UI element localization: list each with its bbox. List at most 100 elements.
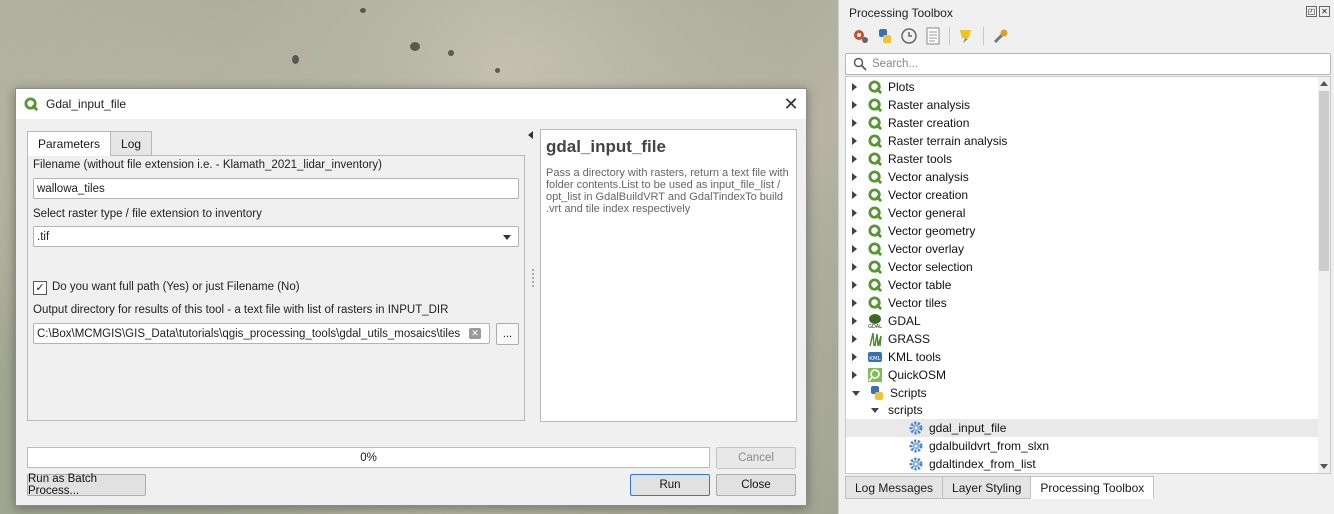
tree-provider-kml-tools[interactable]: KML KML tools [846, 348, 1320, 366]
tree-group-scripts[interactable]: scripts [846, 401, 1320, 419]
tab-layer-styling[interactable]: Layer Styling [942, 476, 1032, 499]
checkmark-icon: ✓ [35, 281, 45, 294]
tree-provider-scripts[interactable]: Scripts [846, 384, 1320, 402]
tree-scrollbar[interactable] [1318, 77, 1330, 473]
tree-provider-plots[interactable]: Plots [846, 78, 1320, 96]
chevron-right-icon[interactable] [852, 371, 857, 379]
tab-parameters[interactable]: Parameters [27, 131, 112, 156]
raster-type-select[interactable]: .tif [33, 226, 519, 247]
tree-item-label: KML tools [888, 350, 941, 364]
tree-item-label: Vector tiles [888, 296, 947, 310]
results-viewer-icon[interactable] [923, 26, 942, 45]
search-input[interactable]: Search... [845, 53, 1331, 75]
gear-icon [908, 420, 924, 436]
run-button[interactable]: Run [630, 474, 710, 496]
svg-text:GDAL: GDAL [868, 324, 882, 329]
scroll-down-icon[interactable] [1320, 464, 1328, 469]
splitter-handle[interactable] [532, 269, 534, 287]
close-icon[interactable]: ✕ [776, 89, 806, 119]
browse-button[interactable]: ... [496, 323, 519, 345]
chevron-right-icon[interactable] [852, 353, 857, 361]
options-wrench-icon[interactable] [991, 26, 1010, 45]
tab-processing-toolbox[interactable]: Processing Toolbox [1030, 476, 1155, 499]
raster-type-value: .tif [37, 230, 50, 243]
tree-item-label: gdal_input_file [929, 421, 1007, 435]
chevron-right-icon[interactable] [852, 191, 857, 199]
qgis-icon [867, 97, 883, 113]
tree-provider-vector-creation[interactable]: Vector creation [846, 186, 1320, 204]
chevron-down-icon [503, 235, 511, 240]
tree-script-gdaltindex-from-list[interactable]: gdaltindex_from_list [846, 455, 1320, 473]
tree-item-label: QuickOSM [888, 368, 947, 382]
help-panel: gdal_input_file Pass a directory with ra… [540, 129, 797, 422]
tree-provider-raster-terrain-analysis[interactable]: Raster terrain analysis [846, 132, 1320, 150]
chevron-right-icon[interactable] [852, 173, 857, 181]
chevron-right-icon[interactable] [852, 263, 857, 271]
tree-item-label: Raster tools [888, 152, 953, 166]
filename-field[interactable]: wallowa_tiles [33, 178, 519, 199]
close-button[interactable]: Close [716, 474, 796, 496]
tree-provider-vector-analysis[interactable]: Vector analysis [846, 168, 1320, 186]
map-feature [448, 50, 454, 56]
tree-provider-raster-creation[interactable]: Raster creation [846, 114, 1320, 132]
full-path-checkbox[interactable]: ✓ [33, 281, 47, 295]
batch-process-button[interactable]: Run as Batch Process... [27, 473, 146, 497]
full-path-label: Do you want full path (Yes) or just File… [52, 281, 300, 293]
chevron-right-icon[interactable] [852, 227, 857, 235]
chevron-right-icon[interactable] [852, 119, 857, 127]
raster-type-label: Select raster type / file extension to i… [33, 208, 262, 220]
edit-features-icon[interactable] [957, 26, 976, 45]
chevron-right-icon[interactable] [852, 137, 857, 145]
tree-provider-raster-analysis[interactable]: Raster analysis [846, 96, 1320, 114]
models-icon[interactable] [851, 26, 870, 45]
bottom-dock-tabs: Log Messages Layer Styling Processing To… [845, 476, 1155, 499]
tree-provider-raster-tools[interactable]: Raster tools [846, 150, 1320, 168]
progress-label: 0% [360, 451, 377, 464]
map-feature [410, 42, 420, 51]
chevron-right-icon[interactable] [852, 245, 857, 253]
tree-provider-vector-geometry[interactable]: Vector geometry [846, 222, 1320, 240]
tree-provider-vector-overlay[interactable]: Vector overlay [846, 240, 1320, 258]
tree-item-label: GRASS [888, 332, 931, 346]
cancel-button[interactable]: Cancel [716, 447, 796, 469]
tree-provider-vector-table[interactable]: Vector table [846, 276, 1320, 294]
chevron-right-icon[interactable] [852, 317, 857, 325]
tree-provider-vector-tiles[interactable]: Vector tiles [846, 294, 1320, 312]
float-panel-icon[interactable]: ◰ [1306, 6, 1317, 17]
chevron-right-icon[interactable] [852, 209, 857, 217]
dialog-title: Gdal_input_file [46, 97, 127, 111]
tree-script-gdalbuildvrt-from-slxn[interactable]: gdalbuildvrt_from_slxn [846, 437, 1320, 455]
tree-provider-grass[interactable]: GRASS [846, 330, 1320, 348]
tab-log[interactable]: Log [110, 131, 153, 155]
chevron-right-icon[interactable] [852, 299, 857, 307]
close-panel-icon[interactable]: ✕ [1319, 6, 1330, 17]
chevron-right-icon[interactable] [852, 335, 857, 343]
chevron-right-icon[interactable] [852, 83, 857, 91]
tree-provider-gdal[interactable]: GDAL GDAL [846, 312, 1320, 330]
chevron-right-icon[interactable] [852, 281, 857, 289]
scroll-thumb[interactable] [1319, 91, 1329, 271]
chevron-right-icon[interactable] [852, 101, 857, 109]
scroll-up-icon[interactable] [1320, 81, 1328, 86]
qgis-icon [867, 259, 883, 275]
chevron-down-icon[interactable] [852, 390, 860, 396]
history-icon[interactable] [899, 26, 918, 45]
output-dir-field[interactable]: C:\Box\MCMGIS\GIS_Data\tutorials\qgis_pr… [33, 323, 490, 344]
tab-log-messages[interactable]: Log Messages [845, 476, 944, 499]
clear-icon[interactable]: ✕ [469, 328, 481, 339]
tree-script-gdal-input-file[interactable]: gdal_input_file [846, 419, 1320, 437]
tree-provider-quickosm[interactable]: QuickOSM [846, 366, 1320, 384]
output-dir-value: C:\Box\MCMGIS\GIS_Data\tutorials\qgis_pr… [37, 327, 461, 340]
tree-provider-vector-selection[interactable]: Vector selection [846, 258, 1320, 276]
gdal-icon: GDAL [867, 313, 883, 329]
chevron-right-icon[interactable] [852, 155, 857, 163]
tree-item-label: Raster creation [888, 116, 970, 130]
collapse-help-icon[interactable] [528, 131, 533, 139]
algorithm-tree: Plots Raster analysis Raster creation Raste… [845, 76, 1331, 474]
filename-label: Filename (without file extension i.e. - … [33, 159, 383, 171]
help-text: Pass a directory with rasters, return a … [546, 167, 789, 215]
python-icon[interactable] [875, 26, 894, 45]
tree-provider-vector-general[interactable]: Vector general [846, 204, 1320, 222]
chevron-down-icon[interactable] [871, 407, 879, 413]
tree-item-label: Raster terrain analysis [888, 134, 1008, 148]
